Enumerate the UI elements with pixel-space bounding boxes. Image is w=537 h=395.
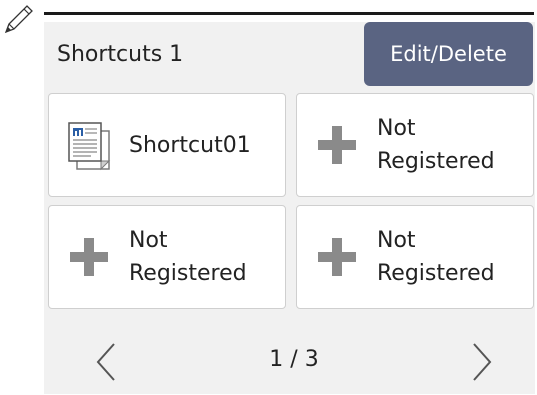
shortcut-tile-4[interactable]: Not Registered — [296, 205, 534, 309]
top-rule — [44, 12, 534, 15]
shortcut-tile-3[interactable]: Not Registered — [48, 205, 286, 309]
tile-label: Not Registered — [377, 228, 495, 286]
page-indicator: 1 / 3 — [269, 347, 319, 372]
page-title: Shortcuts 1 — [57, 42, 184, 67]
shortcut-tile-2[interactable]: Not Registered — [296, 93, 534, 197]
plus-icon — [59, 227, 119, 287]
tile-label: Not Registered — [377, 116, 495, 174]
copy-document-icon — [59, 115, 119, 175]
edit-delete-button[interactable]: Edit/Delete — [364, 22, 533, 86]
tile-label: Not Registered — [129, 228, 247, 286]
previous-page-button[interactable] — [86, 340, 126, 384]
plus-icon — [307, 227, 367, 287]
tile-label: Shortcut01 — [129, 132, 251, 158]
next-page-button[interactable] — [462, 340, 502, 384]
shortcut-tile-1[interactable]: Shortcut01 — [48, 93, 286, 197]
chevron-right-icon — [473, 343, 492, 381]
lcd-screen: Shortcuts 1 Edit/Delete Shortcut01 Not R… — [44, 22, 535, 394]
chevron-left-icon — [96, 343, 115, 381]
note-pencil-icon — [4, 5, 33, 34]
plus-icon — [307, 115, 367, 175]
